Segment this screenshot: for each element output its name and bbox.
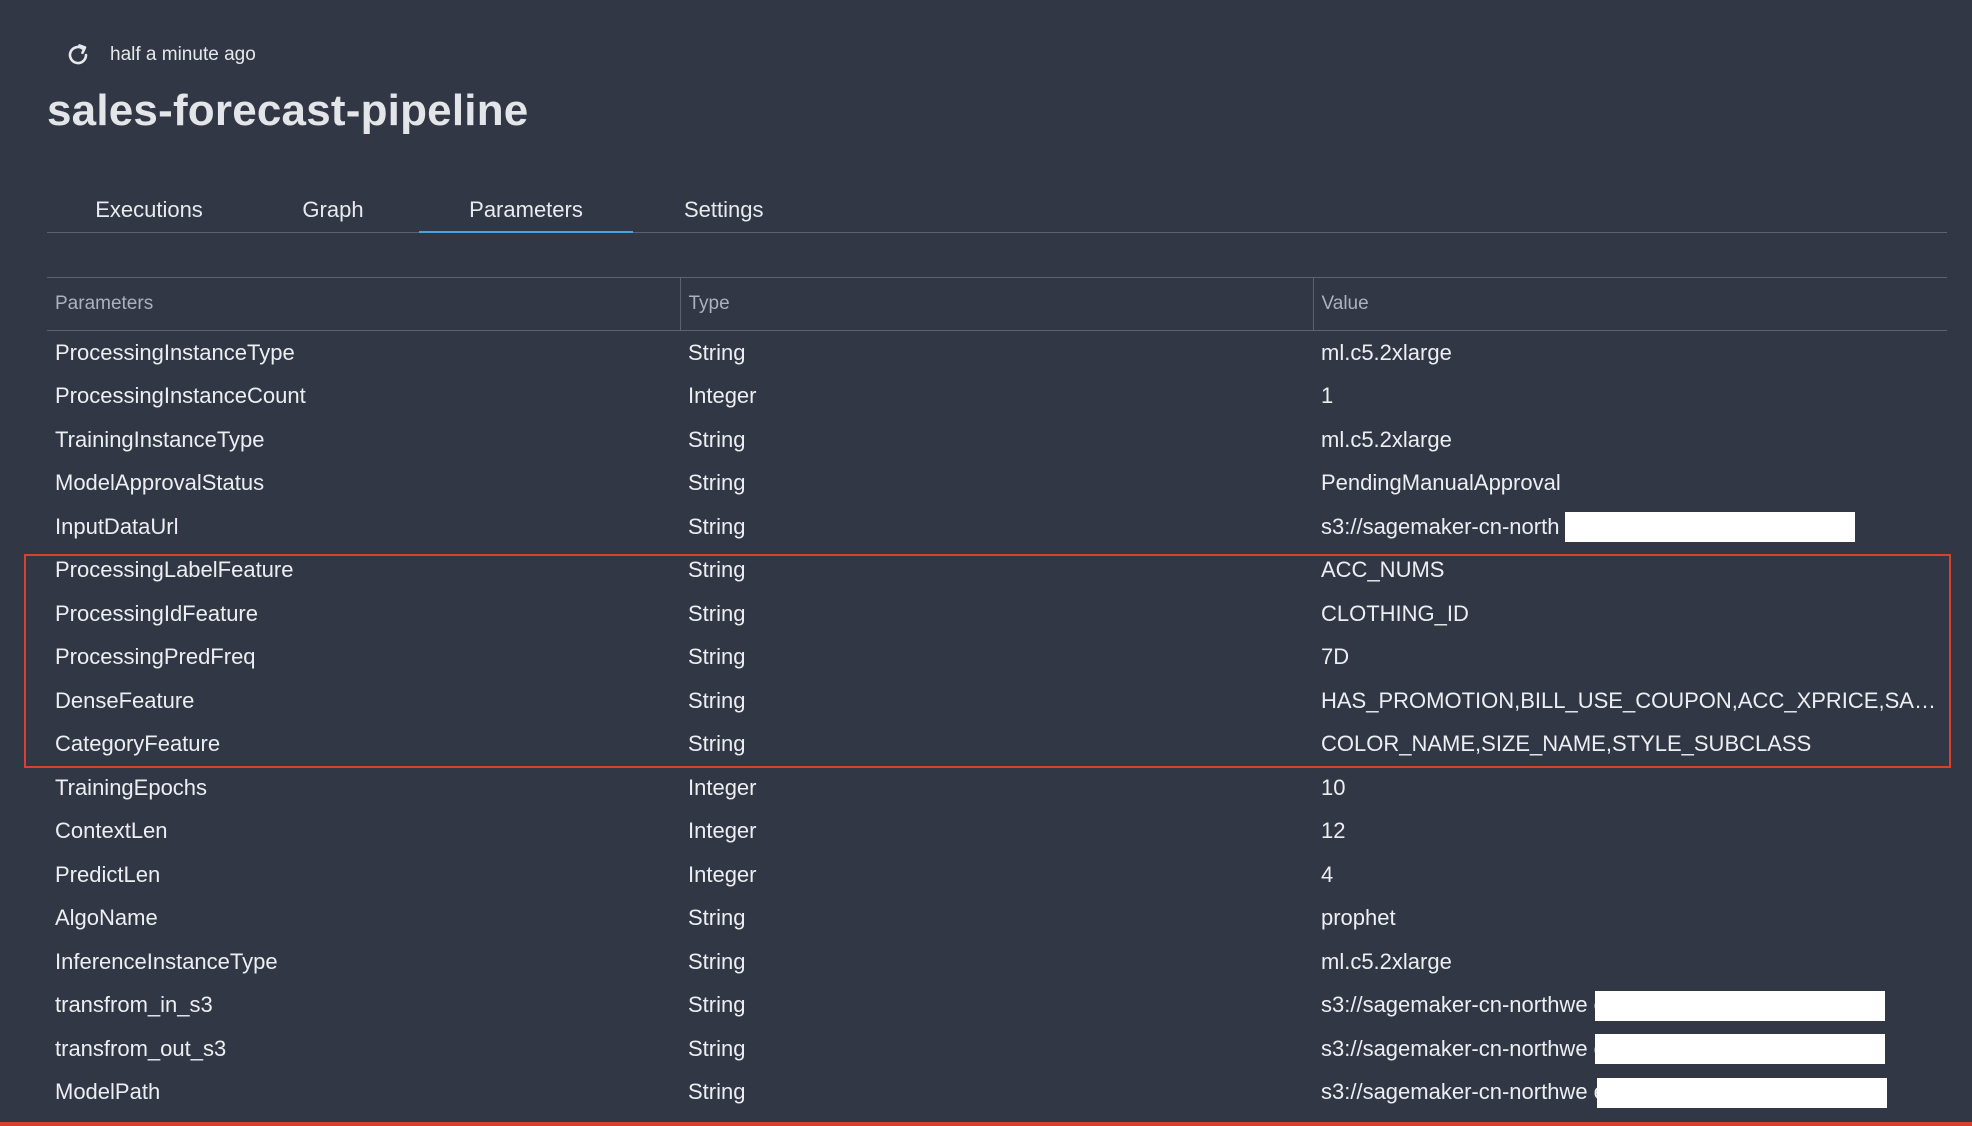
param-type: String [688, 513, 746, 539]
param-type: String [688, 687, 746, 713]
param-type: String [688, 470, 746, 496]
param-type: Integer [688, 774, 757, 800]
bottom-accent-line [0, 1122, 1972, 1126]
page-title: sales-forecast-pipeline [47, 86, 529, 135]
param-value: HAS_PROMOTION,BILL_USE_COUPON,ACC_XPRICE… [1321, 687, 1947, 713]
table-row: ProcessingPredFreq String 7D [47, 636, 1947, 680]
param-type: String [688, 339, 746, 365]
refresh-icon[interactable] [64, 41, 92, 69]
table-row: TrainingInstanceType String ml.c5.2xlarg… [47, 418, 1947, 462]
tab-settings[interactable]: Settings [637, 186, 907, 232]
param-type: String [688, 1035, 746, 1061]
param-value: prophet [1321, 905, 1396, 931]
table-row: ContextLen Integer 12 [47, 810, 1947, 854]
param-value: ACC_NUMS [1321, 557, 1445, 583]
table-row: ModelPath String s3://sagemaker-cn-north… [47, 1071, 1947, 1115]
param-name: ProcessingInstanceType [55, 339, 295, 365]
table-row: InferenceInstanceType String ml.c5.2xlar… [47, 940, 1947, 984]
table-row: ProcessingLabelFeature String ACC_NUMS [47, 549, 1947, 593]
param-name: AlgoName [55, 905, 158, 931]
param-value: s3://sagemaker-cn-north weekl… [1313, 505, 1947, 549]
column-header-parameters[interactable]: Parameters [47, 277, 680, 331]
table-row: DenseFeature String HAS_PROMOTION,BILL_U… [47, 679, 1947, 723]
param-type: String [688, 600, 746, 626]
param-value: s3://sagemaker-cn-northwe ekl… [1313, 1027, 1947, 1071]
redaction-block [1595, 1034, 1885, 1064]
param-type: String [688, 426, 746, 452]
redaction-block [1597, 1077, 1887, 1108]
param-value: 4 [1321, 861, 1334, 887]
param-name: transfrom_in_s3 [55, 992, 213, 1018]
refresh-bar: half a minute ago [64, 40, 256, 70]
param-name: ProcessingInstanceCount [55, 383, 306, 409]
table-row: PredictLen Integer 4 [47, 853, 1947, 897]
param-name: TrainingInstanceType [55, 426, 265, 452]
param-value: s3://sagemaker-cn-northwe e/T… [1313, 1071, 1947, 1115]
param-type: String [688, 948, 746, 974]
table-row: ProcessingInstanceCount Integer 1 [47, 375, 1947, 419]
param-type: String [688, 905, 746, 931]
table-row: AlgoName String prophet [47, 897, 1947, 941]
param-name: PredictLen [55, 861, 161, 887]
param-value: ml.c5.2xlarge [1321, 426, 1452, 452]
tab-graph[interactable]: Graph [251, 186, 415, 232]
param-type: String [688, 644, 746, 670]
param-name: ModelApprovalStatus [55, 470, 265, 496]
table-row: CategoryFeature String COLOR_NAME,SIZE_N… [47, 723, 1947, 767]
param-name: InputDataUrl [55, 513, 179, 539]
param-value: ml.c5.2xlarge [1321, 948, 1452, 974]
param-value: 1 [1321, 383, 1334, 409]
column-header-value[interactable]: Value [1312, 277, 1947, 331]
redaction-block [1565, 512, 1855, 542]
param-type: String [688, 1079, 746, 1105]
param-type: String [688, 557, 746, 583]
table-row: ProcessingInstanceType String ml.c5.2xla… [47, 331, 1947, 375]
param-name: ProcessingLabelFeature [55, 557, 294, 583]
param-name: transfrom_out_s3 [55, 1035, 227, 1061]
tab-executions[interactable]: Executions [47, 186, 251, 232]
table-row: TrainingEpochs Integer 10 [47, 766, 1947, 810]
last-refreshed-label: half a minute ago [110, 44, 256, 65]
param-value: 7D [1321, 644, 1350, 670]
param-type: Integer [688, 383, 757, 409]
table-row: ProcessingIdFeature String CLOTHING_ID [47, 592, 1947, 636]
table-row: ModelApprovalStatus String PendingManual… [47, 462, 1947, 506]
table-header-row: Parameters Type Value [47, 277, 1947, 331]
param-name: TrainingEpochs [55, 774, 208, 800]
table-row: transfrom_in_s3 String s3://sagemaker-cn… [47, 984, 1947, 1028]
column-header-type[interactable]: Type [679, 277, 1313, 331]
table-row: InputDataUrl String s3://sagemaker-cn-no… [47, 505, 1947, 549]
param-name: ProcessingPredFreq [55, 644, 256, 670]
param-value: COLOR_NAME,SIZE_NAME,STYLE_SUBCLASS [1321, 731, 1812, 757]
param-value: CLOTHING_ID [1321, 600, 1469, 626]
param-name: ProcessingIdFeature [55, 600, 258, 626]
param-value: 10 [1321, 774, 1346, 800]
param-value: 12 [1321, 818, 1346, 844]
param-value: s3://sagemaker-cn-northwe ekl… [1313, 984, 1947, 1028]
redaction-block [1595, 990, 1885, 1021]
parameters-table: Parameters Type Value ProcessingInstance… [47, 277, 1947, 1114]
param-name: ContextLen [55, 818, 168, 844]
param-name: ModelPath [55, 1079, 161, 1105]
param-value: ml.c5.2xlarge [1321, 339, 1452, 365]
tab-bar: Executions Graph Parameters Settings [47, 186, 1947, 233]
tab-parameters[interactable]: Parameters [419, 186, 633, 233]
param-name: CategoryFeature [55, 731, 221, 757]
param-type: String [688, 731, 746, 757]
param-type: Integer [688, 861, 757, 887]
table-row: transfrom_out_s3 String s3://sagemaker-c… [47, 1027, 1947, 1071]
param-type: String [688, 992, 746, 1018]
param-name: DenseFeature [55, 687, 195, 713]
param-type: Integer [688, 818, 757, 844]
param-name: InferenceInstanceType [55, 948, 278, 974]
param-value: PendingManualApproval [1321, 470, 1561, 496]
